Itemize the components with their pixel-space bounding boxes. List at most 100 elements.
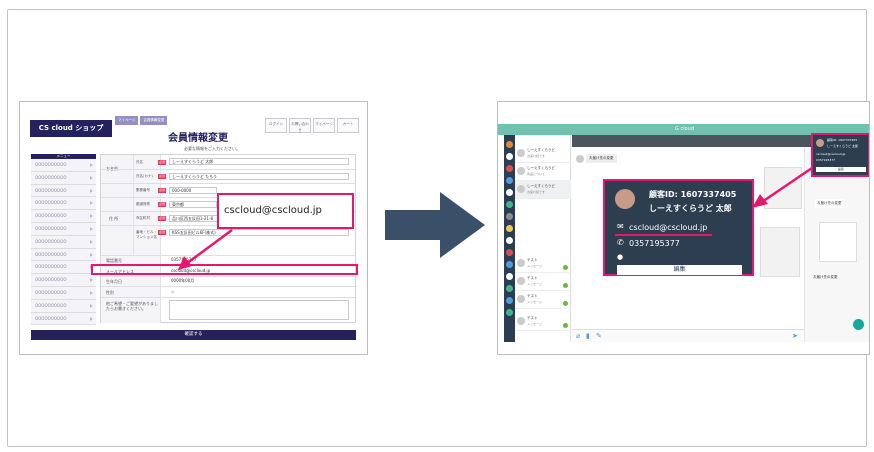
required-badge: 必須 bbox=[158, 174, 166, 179]
channel-icon[interactable] bbox=[506, 141, 513, 148]
name-row: 氏名 必須 しーえすくらうど 太郎 bbox=[101, 155, 355, 170]
channel-icon[interactable] bbox=[506, 153, 513, 160]
channel-icon[interactable] bbox=[506, 177, 513, 184]
chat-app-screen: G cloud しーえすくらうど お疲れ様です しーえすくらうど 商品について しー… bbox=[497, 101, 870, 355]
menu-item[interactable]: OOOOOOOOOO bbox=[31, 222, 96, 236]
customer-id: 顧客ID: 1607337405 bbox=[649, 190, 737, 199]
customer-phone: 0357195377 bbox=[629, 239, 680, 248]
mypage-button[interactable]: マイページ bbox=[313, 118, 335, 133]
avatar bbox=[517, 185, 525, 193]
kana-input[interactable]: しーえすくらうど たろう bbox=[169, 173, 349, 180]
menu-item[interactable]: OOOOOOOOOO bbox=[31, 261, 96, 275]
required-badge: 必須 bbox=[158, 188, 166, 193]
chat-bubble: お届け先の変更 bbox=[586, 154, 617, 163]
customer-card: 顧客ID: 1607337405 しーえすくらうど 太郎 ✉ cscloud@c… bbox=[603, 179, 754, 276]
conversation-item[interactable]: テスト メッセージ bbox=[515, 291, 571, 309]
contact-button[interactable]: お問い合わせ bbox=[289, 118, 311, 133]
conversation-item[interactable]: テスト メッセージ bbox=[515, 313, 571, 331]
customer-mini-card: 顧客ID: 1607337405 しーえすくらうど 太郎 cscloud@csc… bbox=[811, 133, 869, 177]
gender-radio[interactable]: ◎ bbox=[169, 289, 189, 296]
email-underline bbox=[615, 234, 712, 236]
kana-row: 氏名(カナ) 必須 しーえすくらうど たろう bbox=[101, 170, 355, 184]
zip-input[interactable]: 000-0000 bbox=[169, 187, 217, 194]
menu-item[interactable]: OOOOOOOOOO bbox=[31, 299, 96, 313]
mini-edit-button[interactable]: 編集 bbox=[816, 167, 866, 172]
trash-icon[interactable]: ▮ bbox=[586, 332, 590, 340]
customer-email: cscloud@cscloud.jp bbox=[629, 223, 708, 232]
channel-icon[interactable] bbox=[506, 165, 513, 172]
channel-icon[interactable] bbox=[506, 237, 513, 244]
breadcrumb-mypage[interactable]: マイページ bbox=[115, 116, 139, 125]
chat-icon: ● bbox=[617, 253, 624, 261]
channel-icon[interactable] bbox=[506, 249, 513, 256]
edit-button[interactable]: 編集 bbox=[617, 265, 742, 275]
menu-item[interactable]: OOOOOOOOOO bbox=[31, 235, 96, 249]
menu-item[interactable]: OOOOOOOOOO bbox=[31, 184, 96, 198]
menu-item[interactable]: OOOOOOOOOO bbox=[31, 274, 96, 287]
member-info-screen: CS cloud ショップ マイページ 会員情報変更 会員情報変更 必要な情報を… bbox=[19, 101, 368, 355]
edit-icon[interactable]: ✎ bbox=[596, 332, 602, 340]
phone-icon: ✆ bbox=[617, 238, 624, 247]
birth-input[interactable]: 0000年00月 bbox=[169, 278, 249, 285]
login-button[interactable]: ログイン bbox=[265, 118, 287, 133]
channel-icon[interactable] bbox=[506, 189, 513, 196]
channel-icon[interactable] bbox=[506, 297, 513, 304]
required-badge: 必須 bbox=[158, 216, 166, 221]
avatar bbox=[517, 149, 525, 157]
conversation-item[interactable]: テスト メッセージ bbox=[515, 255, 571, 273]
conversation-item[interactable]: しーえすくらうど 商品について bbox=[515, 163, 571, 181]
avatar bbox=[517, 277, 525, 285]
new-chat-button[interactable] bbox=[853, 319, 864, 330]
unread-badge bbox=[563, 265, 568, 270]
channel-icon[interactable] bbox=[506, 273, 513, 280]
page-title: 会員情報変更 bbox=[168, 133, 228, 144]
chevron-right-icon bbox=[90, 290, 93, 295]
chevron-right-icon bbox=[90, 252, 93, 257]
pref-select[interactable]: 東京都 bbox=[169, 201, 217, 208]
menu-item[interactable]: OOOOOOOOOO bbox=[31, 248, 96, 262]
conversation-item[interactable]: しーえすくらうど お疲れ様です bbox=[515, 145, 571, 163]
confirm-button[interactable]: 確認する bbox=[31, 330, 356, 340]
channel-icon[interactable] bbox=[506, 309, 513, 316]
channel-icon[interactable] bbox=[506, 285, 513, 292]
side-menu: メニュー OOOOOOOOOO OOOOOOOOOO OOOOOOOOOO OO… bbox=[31, 154, 96, 326]
avatar bbox=[517, 259, 525, 267]
calendar-image bbox=[819, 222, 857, 262]
panel-message: お届け先の変更 bbox=[813, 275, 838, 279]
conversation-list: しーえすくらうど お疲れ様です しーえすくらうど 商品について しーえすくらうど お疲… bbox=[515, 135, 571, 342]
name-input[interactable]: しーえすくらうど 太郎 bbox=[169, 158, 349, 165]
mail-icon: ✉ bbox=[617, 222, 624, 231]
menu-item[interactable]: OOOOOOOOOO bbox=[31, 312, 96, 326]
email-callout: cscloud@cscloud.jp bbox=[217, 193, 354, 229]
customer-name: しーえすくらうど 太郎 bbox=[649, 204, 732, 213]
channel-icon[interactable] bbox=[506, 225, 513, 232]
menu-item[interactable]: OOOOOOOOOO bbox=[31, 286, 96, 300]
required-badge: 必須 bbox=[158, 230, 166, 235]
chevron-right-icon bbox=[90, 278, 93, 283]
channel-icon[interactable] bbox=[506, 213, 513, 220]
send-icon[interactable]: ➤ bbox=[792, 332, 798, 340]
unread-badge bbox=[563, 283, 568, 288]
shop-logo[interactable]: CS cloud ショップ bbox=[30, 120, 112, 137]
conversation-item[interactable]: テスト メッセージ bbox=[515, 273, 571, 291]
calendar-image bbox=[760, 227, 800, 277]
other-row: 他ご希望・ご要望がありましたらお書きください。 bbox=[101, 298, 355, 323]
attach-icon[interactable]: ⌀ bbox=[576, 332, 580, 340]
page-subtitle: 必要な情報をご入力ください。 bbox=[184, 146, 240, 151]
channel-icon[interactable] bbox=[506, 201, 513, 208]
message-input-bar[interactable]: ⌀ ▮ ✎ ➤ bbox=[572, 329, 804, 342]
chevron-right-icon bbox=[90, 239, 93, 244]
menu-item[interactable]: OOOOOOOOOO bbox=[31, 171, 96, 185]
avatar bbox=[517, 317, 525, 325]
menu-item[interactable]: OOOOOOOOOO bbox=[31, 210, 96, 223]
menu-item[interactable]: OOOOOOOOOO bbox=[31, 197, 96, 211]
customer-avatar bbox=[615, 189, 635, 209]
required-badge: 必須 bbox=[158, 202, 166, 207]
breadcrumb-member-change[interactable]: 会員情報変更 bbox=[140, 116, 168, 125]
cart-button[interactable]: カート bbox=[337, 118, 359, 133]
required-badge: 必須 bbox=[158, 160, 166, 165]
menu-item[interactable]: OOOOOOOOOO bbox=[31, 159, 96, 172]
channel-icon[interactable] bbox=[506, 261, 513, 268]
conversation-item[interactable]: しーえすくらうど お疲れ様です bbox=[515, 181, 571, 199]
other-textarea[interactable] bbox=[169, 300, 349, 320]
